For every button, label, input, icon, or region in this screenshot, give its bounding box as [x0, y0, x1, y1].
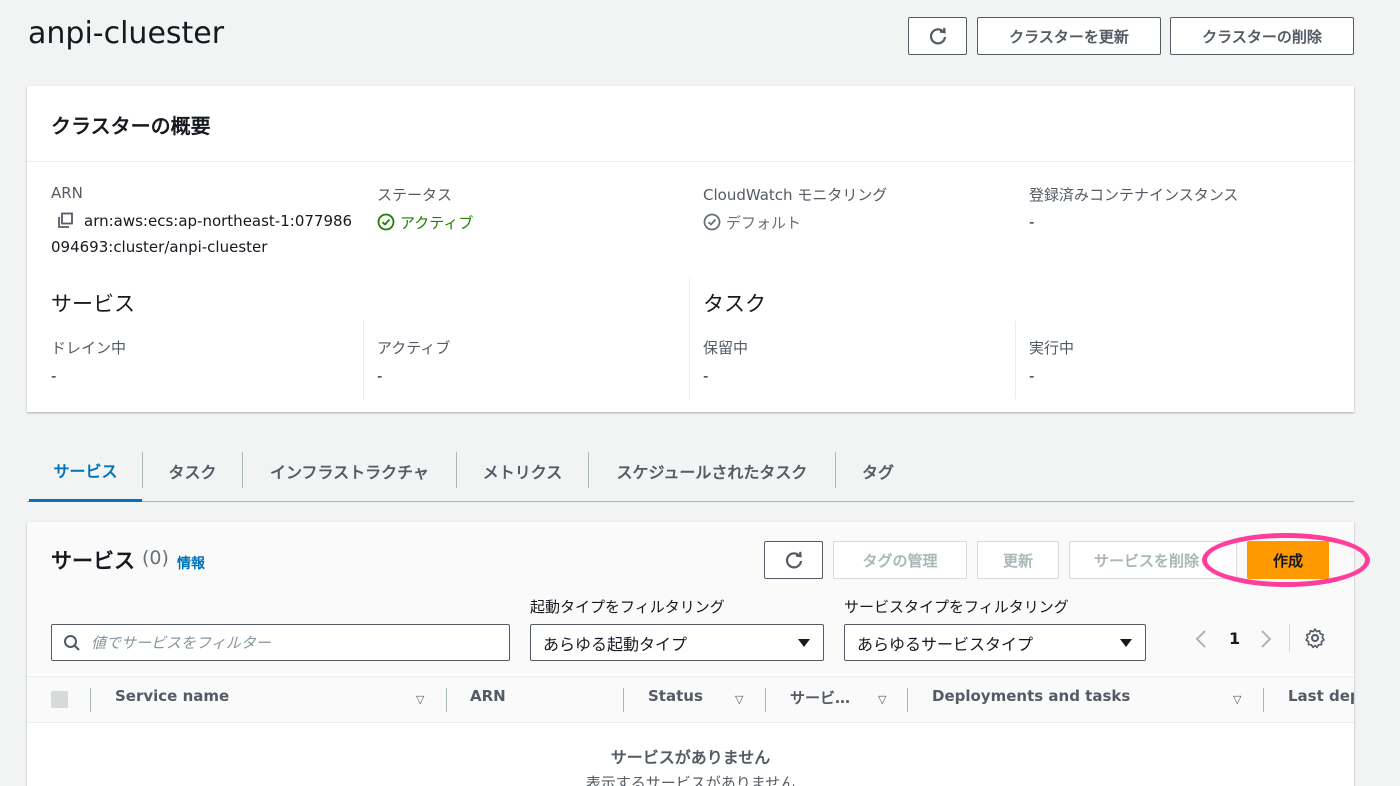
refresh-icon [929, 27, 946, 45]
overview-title: クラスターの概要 [27, 86, 1354, 162]
arn-value-line1: arn:aws:ecs:ap-northeast-1:077986 [84, 212, 353, 230]
column-divider [1015, 321, 1016, 399]
launch-filter-label: 起動タイプをフィルタリング [530, 598, 725, 616]
column-service-type[interactable]: サービ… [790, 687, 850, 708]
column-separator [765, 688, 766, 712]
search-input[interactable]: 値でサービスをフィルター [51, 624, 510, 661]
tab-services[interactable]: サービス [29, 440, 142, 502]
chevron-left-icon[interactable] [1194, 629, 1208, 649]
column-separator [623, 688, 624, 712]
column-deployments[interactable]: Deployments and tasks [932, 687, 1130, 705]
services-title: サービス [51, 549, 135, 573]
instances-label: 登録済みコンテナインスタンス [1029, 186, 1239, 204]
refresh-icon [785, 551, 802, 569]
service-type-value: あらゆるサービスタイプ [857, 634, 1034, 654]
section-divider [689, 277, 690, 399]
select-all-checkbox[interactable] [51, 691, 68, 708]
draining-value: - [51, 367, 57, 385]
search-icon [64, 634, 80, 651]
caret-down-icon [798, 638, 810, 647]
empty-state-subtitle: 表示するサービスがありません [585, 774, 796, 786]
tasks-section-title: タスク [703, 292, 766, 316]
cloudwatch-value: デフォルト [726, 214, 802, 232]
service-type-select[interactable]: あらゆるサービスタイプ [844, 624, 1146, 661]
active-label: アクティブ [377, 339, 451, 357]
column-separator [446, 688, 447, 712]
sort-caret-icon[interactable]: ▽ [416, 693, 424, 706]
pending-label: 保留中 [703, 339, 749, 357]
check-circle-icon [703, 213, 721, 231]
update-service-button[interactable]: 更新 [977, 541, 1059, 579]
page-title: anpi-cluester [28, 16, 225, 51]
status-label: ステータス [377, 186, 453, 204]
status-value: アクティブ [400, 214, 474, 232]
settings-gear-icon[interactable] [1304, 627, 1326, 649]
copy-icon[interactable] [57, 212, 74, 229]
services-section-title: サービス [51, 292, 135, 316]
chevron-right-icon[interactable] [1259, 629, 1273, 649]
success-icon [377, 213, 395, 231]
column-separator [90, 688, 91, 712]
sort-caret-icon[interactable]: ▽ [1233, 693, 1241, 706]
services-count: (0) [142, 547, 169, 569]
column-separator [907, 688, 908, 712]
active-value: - [377, 367, 383, 385]
refresh-services-button[interactable] [764, 541, 823, 579]
column-separator [1263, 688, 1264, 712]
pending-value: - [703, 367, 709, 385]
column-last-deployment[interactable]: Last dep [1288, 687, 1354, 705]
refresh-cluster-button[interactable] [908, 17, 967, 55]
update-cluster-button[interactable]: クラスターを更新 [977, 17, 1161, 55]
arn-value-line2: 094693:cluster/anpi-cluester [51, 238, 268, 256]
column-arn[interactable]: ARN [470, 687, 506, 705]
column-status[interactable]: Status [648, 687, 703, 705]
tab-scheduled-tasks[interactable]: スケジュールされたタスク [589, 440, 835, 502]
page-number[interactable]: 1 [1229, 629, 1240, 648]
tab-bar: サービス タスク インフラストラクチャ メトリクス スケジュールされたタスク タ… [27, 440, 1354, 502]
type-filter-label: サービスタイプをフィルタリング [844, 598, 1069, 616]
delete-service-button[interactable]: サービスを削除 [1069, 541, 1237, 579]
instances-value: - [1029, 213, 1035, 231]
tab-tasks[interactable]: タスク [143, 440, 242, 502]
tab-metrics[interactable]: メトリクス [457, 440, 588, 502]
tab-tags[interactable]: タグ [836, 440, 920, 502]
empty-state-title: サービスがありません [610, 748, 771, 767]
pagination-divider [1289, 624, 1290, 652]
column-divider [363, 321, 364, 399]
create-service-button[interactable]: 作成 [1247, 541, 1329, 579]
running-value: - [1029, 367, 1035, 385]
column-service-name[interactable]: Service name [115, 687, 229, 705]
caret-down-icon [1120, 638, 1132, 647]
delete-cluster-button[interactable]: クラスターの削除 [1170, 17, 1354, 55]
draining-label: ドレイン中 [51, 339, 127, 357]
info-link[interactable]: 情報 [177, 553, 205, 573]
launch-type-value: あらゆる起動タイプ [543, 634, 688, 654]
sort-caret-icon[interactable]: ▽ [878, 693, 886, 706]
cloudwatch-label: CloudWatch モニタリング [703, 186, 888, 204]
sort-caret-icon[interactable]: ▽ [735, 693, 743, 706]
running-label: 実行中 [1029, 339, 1075, 357]
arn-label: ARN [51, 184, 83, 202]
manage-tags-button[interactable]: タグの管理 [833, 541, 967, 579]
tab-infrastructure[interactable]: インフラストラクチャ [243, 440, 456, 502]
launch-type-select[interactable]: あらゆる起動タイプ [530, 624, 824, 661]
search-placeholder: 値でサービスをフィルター [91, 634, 271, 652]
